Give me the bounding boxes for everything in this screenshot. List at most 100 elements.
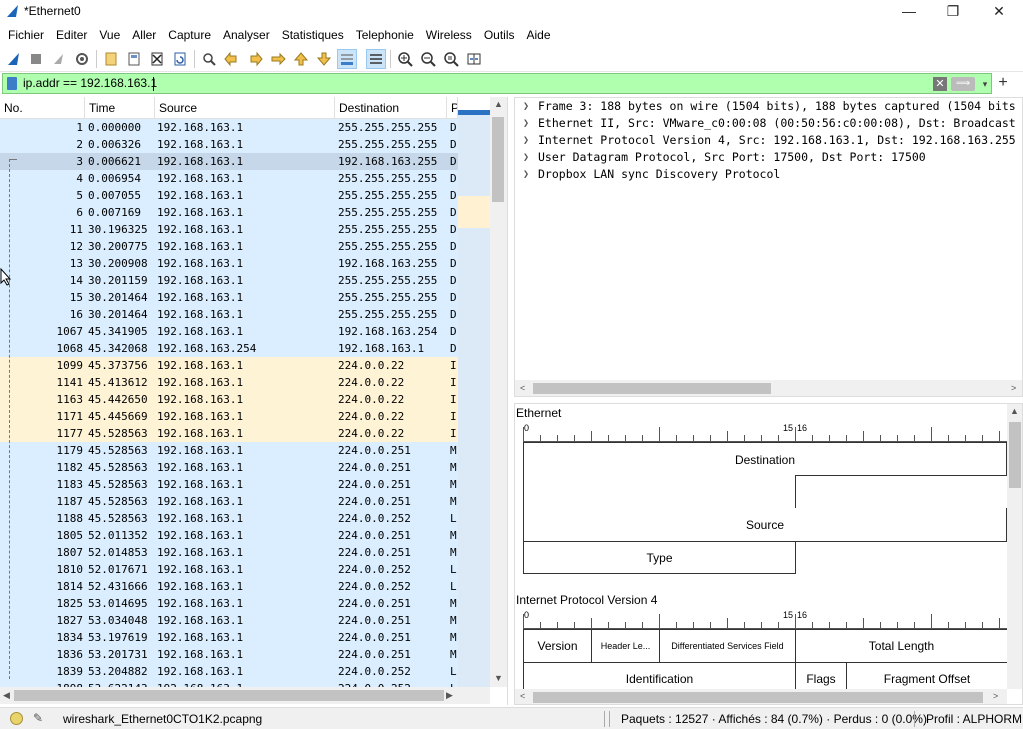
menu-aller[interactable]: Aller	[126, 24, 162, 46]
table-row[interactable]: 1141 45.413612 192.168.163.1 224.0.0.22 I	[0, 374, 490, 391]
close-window-button[interactable]: ✕	[976, 0, 1022, 22]
column-header-protocol[interactable]: P	[447, 97, 458, 119]
detail-row-frame[interactable]: ❯ Frame 3: 188 bytes on wire (1504 bits)…	[515, 98, 1022, 115]
column-header-source[interactable]: Source	[155, 97, 335, 119]
save-file-icon[interactable]	[124, 49, 144, 69]
find-packet-icon[interactable]	[199, 49, 219, 69]
go-back-icon[interactable]	[222, 49, 242, 69]
table-row[interactable]: 1182 45.528563 192.168.163.1 224.0.0.251 M	[0, 459, 490, 476]
expand-caret-icon[interactable]: ❯	[523, 166, 529, 183]
table-row[interactable]: 1171 45.445669 192.168.163.1 224.0.0.22 I	[0, 408, 490, 425]
capture-comment-icon[interactable]: ✎	[33, 711, 47, 725]
menu-wireless[interactable]: Wireless	[420, 24, 478, 46]
detail-row-ethernet[interactable]: ❯ Ethernet II, Src: VMware_c0:00:08 (00:…	[515, 115, 1022, 132]
table-row[interactable]: 1810 52.017671 192.168.163.1 224.0.0.252 L	[0, 561, 490, 578]
apply-filter-button[interactable]: ⟹	[951, 77, 975, 91]
scroll-up-icon[interactable]: ▲	[1010, 406, 1019, 416]
autoscroll-icon[interactable]	[337, 49, 357, 69]
table-row[interactable]: 1805 52.011352 192.168.163.1 224.0.0.251 M	[0, 527, 490, 544]
detail-row-udp[interactable]: ❯ User Datagram Protocol, Src Port: 1750…	[515, 149, 1022, 166]
table-row[interactable]: 1814 52.431666 192.168.163.1 224.0.0.252 L	[0, 578, 490, 595]
scroll-down-icon[interactable]: ▼	[494, 673, 503, 683]
table-row[interactable]: 1825 53.014695 192.168.163.1 224.0.0.251 M	[0, 595, 490, 612]
table-row[interactable]: 1836 53.201731 192.168.163.1 224.0.0.251 M	[0, 646, 490, 663]
menu-capture[interactable]: Capture	[162, 24, 217, 46]
table-row[interactable]: 3 0.006621 192.168.163.1 192.168.163.255 D	[0, 153, 490, 170]
table-row[interactable]: 15 30.201464 192.168.163.1 255.255.255.255 D	[0, 289, 490, 306]
zoom-out-icon[interactable]	[418, 49, 438, 69]
colorize-icon[interactable]	[366, 49, 386, 69]
packet-list-vertical-scrollbar[interactable]: ▲ ▼	[490, 97, 507, 687]
expand-caret-icon[interactable]: ❯	[523, 132, 529, 149]
go-last-icon[interactable]	[314, 49, 334, 69]
table-row[interactable]: 1 0.000000 192.168.163.1 255.255.255.255 D	[0, 119, 490, 136]
scroll-left-icon[interactable]: ◀	[3, 690, 10, 701]
menu-telephonie[interactable]: Telephonie	[350, 24, 420, 46]
packet-list-horizontal-scrollbar[interactable]: ◀ ▶	[0, 687, 490, 704]
scrollbar-thumb[interactable]	[533, 383, 771, 394]
menu-outils[interactable]: Outils	[478, 24, 521, 46]
field-total-length[interactable]: Total Length	[795, 629, 1007, 663]
menu-analyser[interactable]: Analyser	[217, 24, 276, 46]
scroll-right-icon[interactable]: ▶	[446, 690, 453, 701]
scrollbar-thumb[interactable]	[1009, 422, 1021, 488]
menu-statistiques[interactable]: Statistiques	[276, 24, 350, 46]
expand-caret-icon[interactable]: ❯	[523, 98, 529, 115]
column-header-destination[interactable]: Destination	[335, 97, 447, 119]
details-horizontal-scrollbar[interactable]: < >	[515, 380, 1022, 396]
table-row[interactable]: 1834 53.197619 192.168.163.1 224.0.0.251 M	[0, 629, 490, 646]
add-filter-button[interactable]: +	[995, 73, 1011, 93]
field-dsf[interactable]: Differentiated Services Field	[659, 629, 796, 663]
minimize-button[interactable]: —	[886, 0, 932, 22]
table-row[interactable]: 189853.622143192.168.163.1224.0.0.252L	[0, 680, 490, 687]
table-row[interactable]: 11 30.196325 192.168.163.1 255.255.255.255 D	[0, 221, 490, 238]
display-filter-input[interactable]: ip.addr == 192.168.163.1 ✕ ⟹ ▾	[2, 73, 992, 94]
table-row[interactable]: 1839 53.204882 192.168.163.1 224.0.0.252 L	[0, 663, 490, 680]
table-row[interactable]: 1183 45.528563 192.168.163.1 224.0.0.251 M	[0, 476, 490, 493]
reload-icon[interactable]	[170, 49, 190, 69]
table-row[interactable]: 1068 45.342068 192.168.163.254 192.168.163.…	[0, 340, 490, 357]
scroll-left-icon[interactable]: <	[520, 383, 525, 393]
table-row[interactable]: 1099 45.373756 192.168.163.1 224.0.0.22 I	[0, 357, 490, 374]
table-row[interactable]: 4 0.006954 192.168.163.1 255.255.255.255 D	[0, 170, 490, 187]
clear-filter-icon[interactable]: ✕	[933, 77, 947, 91]
stop-icon[interactable]	[26, 49, 46, 69]
expand-caret-icon[interactable]: ❯	[523, 149, 529, 166]
table-row[interactable]: 12 30.200775 192.168.163.1 255.255.255.255 D	[0, 238, 490, 255]
open-file-icon[interactable]	[101, 49, 121, 69]
menu-editer[interactable]: Editer	[50, 24, 93, 46]
scrollbar-thumb[interactable]	[492, 117, 504, 202]
expert-info-led-icon[interactable]	[10, 712, 23, 725]
zoom-normal-icon[interactable]	[441, 49, 461, 69]
table-row[interactable]: 6 0.007169 192.168.163.1 255.255.255.255 D	[0, 204, 490, 221]
status-profile[interactable]: Profil : ALPHORM	[926, 712, 1022, 726]
column-header-time[interactable]: Time	[85, 97, 155, 119]
table-row[interactable]: 14 30.201159 192.168.163.1 255.255.255.255 D	[0, 272, 490, 289]
go-to-packet-icon[interactable]	[268, 49, 288, 69]
menu-aide[interactable]: Aide	[521, 24, 557, 46]
diagram-vertical-scrollbar[interactable]: ▲	[1007, 404, 1022, 689]
table-row[interactable]: 1807 52.014853 192.168.163.1 224.0.0.251 M	[0, 544, 490, 561]
table-row[interactable]: 2 0.006326 192.168.163.1 255.255.255.255 D	[0, 136, 490, 153]
table-row[interactable]: 16 30.201464 192.168.163.1 255.255.255.255 D	[0, 306, 490, 323]
go-forward-icon[interactable]	[245, 49, 265, 69]
scroll-right-icon[interactable]: >	[993, 691, 998, 701]
scroll-left-icon[interactable]: <	[520, 691, 525, 701]
scrollbar-thumb[interactable]	[533, 692, 983, 703]
field-destination[interactable]: Destination	[523, 442, 1007, 476]
options-gear-icon[interactable]	[72, 49, 92, 69]
scrollbar-thumb[interactable]	[14, 690, 444, 701]
table-row[interactable]: 1163 45.442650 192.168.163.1 224.0.0.22 I	[0, 391, 490, 408]
go-first-icon[interactable]	[291, 49, 311, 69]
restart-icon[interactable]	[49, 49, 69, 69]
table-row[interactable]: 1179 45.528563 192.168.163.1 224.0.0.251 M	[0, 442, 490, 459]
table-row[interactable]: 5 0.007055 192.168.163.1 255.255.255.255 D	[0, 187, 490, 204]
column-header-no[interactable]: No.	[0, 97, 85, 119]
diagram-horizontal-scrollbar[interactable]: < >	[515, 689, 1007, 704]
field-header-length[interactable]: Header Le...	[591, 629, 660, 663]
field-source[interactable]: Source	[523, 508, 1007, 542]
field-version[interactable]: Version	[523, 629, 592, 663]
zoom-in-icon[interactable]	[395, 49, 415, 69]
expand-caret-icon[interactable]: ❯	[523, 115, 529, 132]
filter-bookmark-icon[interactable]	[7, 77, 17, 90]
